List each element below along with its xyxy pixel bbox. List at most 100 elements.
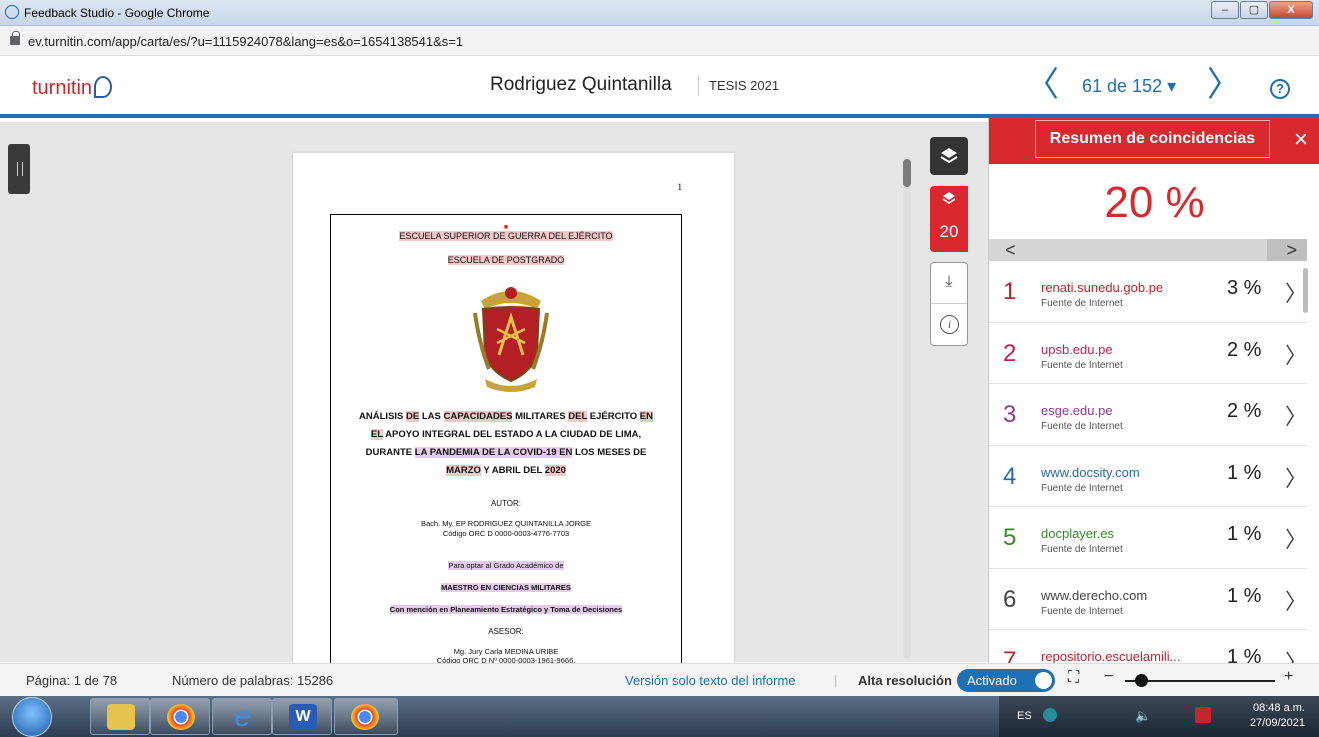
match-percent: 2 % [1227, 338, 1262, 361]
word-icon: W [289, 704, 317, 730]
text-only-report-link[interactable]: Versión solo texto del informe [625, 673, 796, 688]
match-type: Fuente de Internet [1041, 421, 1123, 432]
clock-date: 27/09/2021 [1249, 717, 1305, 729]
chrome-icon [167, 704, 195, 730]
window-title: Feedback Studio - Google Chrome [24, 6, 210, 20]
help-icon[interactable]: ? [1270, 79, 1290, 99]
tools-group: ⤓ i [930, 262, 968, 346]
turnitin-app-icon [5, 5, 19, 19]
url-text[interactable]: ev.turnitin.com/app/carta/es/?u=11159240… [28, 34, 463, 49]
match-source: renati.sunedu.gob.pe [1041, 280, 1164, 295]
match-item[interactable]: 2 upsb.edu.pe Fuente de Internet 2 % 〉 [989, 323, 1307, 384]
match-percent: 1 % [1227, 646, 1262, 663]
match-source: esge.edu.pe [1041, 403, 1113, 418]
chevron-right-icon[interactable]: 〉 [1285, 338, 1307, 370]
layers-icon [942, 192, 956, 204]
zoom-out-icon[interactable]: − [1104, 668, 1113, 686]
match-item[interactable]: 4 www.docsity.com Fuente de Internet 1 %… [989, 446, 1307, 507]
match-item[interactable]: 3 esge.edu.pe Fuente de Internet 2 % 〉 [989, 384, 1307, 446]
pdf-tray-icon[interactable] [1195, 707, 1211, 723]
chevron-right-icon[interactable]: 〉 [1285, 399, 1307, 431]
match-item[interactable]: 1 renati.sunedu.gob.pe Fuente de Interne… [989, 261, 1307, 323]
word-taskbar-button[interactable]: W [272, 698, 332, 735]
match-overview-button[interactable]: 20 [930, 186, 968, 252]
high-res-label: Alta resolución [858, 673, 952, 688]
document-title: Rodriguez Quintanilla [490, 74, 672, 95]
match-rank: 3 [1003, 401, 1017, 428]
page-number: 1 [677, 182, 683, 192]
thesis-title-line-4: MARZO Y ABRIL DEL 2020 [446, 465, 566, 476]
previous-paper-button[interactable]: 〈 [1025, 68, 1059, 102]
match-rank: 1 [1003, 278, 1017, 305]
match-item[interactable]: 6 www.derecho.com Fuente de Internet 1 %… [989, 569, 1307, 630]
next-paper-button[interactable]: 〉 [1207, 68, 1241, 102]
chevron-right-icon[interactable]: 〉 [1285, 522, 1307, 554]
match-source: docplayer.es [1041, 526, 1114, 541]
match-item[interactable]: 7 repositorio.escuelamili... 1 % 〉 [989, 630, 1307, 663]
match-type: Fuente de Internet [1041, 298, 1123, 309]
start-button[interactable] [12, 697, 52, 737]
match-rank: 2 [1003, 339, 1017, 367]
panel-scrollbar-thumb[interactable] [1303, 268, 1308, 313]
match-rank: 7 [1003, 647, 1017, 663]
postgrado-line: ESCUELA DE POSTGRADO [447, 255, 565, 265]
viewer-scrollbar-track[interactable] [903, 159, 911, 659]
turnitin-logo: turnitin [32, 76, 113, 100]
match-overview-panel: Resumen de coincidencias × 20 % < > 1 re… [988, 118, 1319, 663]
chevron-right-icon[interactable]: 〉 [1285, 461, 1307, 493]
author-orcid: Código ORC D 0000-0003-4776-7703 [442, 529, 570, 538]
windows-taskbar: e W ES 🔈 08:48 a.m. 27/09/2021 [0, 696, 1319, 737]
info-icon[interactable]: i [940, 315, 959, 334]
lock-icon [10, 31, 20, 45]
maximize-button[interactable]: ▢ [1240, 1, 1268, 19]
match-type: Fuente de Internet [1041, 605, 1123, 617]
strip-left-button[interactable]: < [1005, 239, 1016, 261]
match-percent: 3 % [1227, 277, 1262, 299]
match-rank: 4 [1003, 462, 1017, 490]
thesis-title-line-3: DURANTE LA PANDEMIA DE LA COVID-19 EN LO… [365, 447, 647, 458]
minimize-button[interactable]: – [1211, 1, 1239, 19]
match-type: Fuente de Internet [1041, 544, 1123, 555]
tray-app-icon[interactable] [1043, 708, 1057, 722]
match-percent: 1 % [1227, 461, 1262, 484]
strip-right-button[interactable]: > [1286, 239, 1297, 261]
viewer-scrollbar-thumb[interactable] [903, 159, 911, 187]
zoom-slider-handle[interactable] [1135, 674, 1148, 687]
clock[interactable]: 08:48 a.m. 27/09/2021 [1250, 701, 1305, 731]
status-bar: Página: 1 de 78 Número de palabras: 1528… [0, 663, 1319, 696]
match-percent: 2 % [1227, 400, 1262, 422]
match-source: upsb.edu.pe [1041, 341, 1113, 357]
close-window-button[interactable]: X [1269, 1, 1313, 19]
degree-line: MAESTRO EN CIENCIAS MILITARES [441, 583, 571, 592]
match-rank: 5 [1003, 524, 1017, 551]
address-bar[interactable]: ev.turnitin.com/app/carta/es/?u=11159240… [0, 26, 1319, 56]
paper-counter-dropdown[interactable]: 61 de 152 ▾ [1082, 76, 1176, 97]
match-type: Fuente de Internet [1041, 482, 1123, 494]
ie-taskbar-button[interactable]: e [212, 698, 272, 735]
military-crest-image [473, 287, 549, 392]
window-titlebar: Feedback Studio - Google Chrome – ▢ X [0, 0, 1319, 26]
download-icon[interactable]: ⤓ [931, 263, 967, 304]
fullscreen-icon[interactable]: ⛶ [1068, 669, 1079, 687]
file-explorer-taskbar-button[interactable] [90, 698, 150, 735]
similarity-score: 20 [939, 222, 959, 241]
chrome-taskbar-button[interactable] [150, 698, 210, 735]
high-res-toggle[interactable]: Activado [957, 669, 1055, 692]
layers-button[interactable] [930, 137, 968, 175]
zoom-in-icon[interactable]: + [1284, 668, 1293, 686]
document-viewer[interactable]: 1 ■ ESCUELA SUPERIOR DE GUERRA DEL EJÉRC… [0, 122, 988, 673]
chevron-right-icon[interactable]: 〉 [1285, 645, 1307, 663]
turnitin-mark-icon [94, 76, 113, 98]
match-source: www.derecho.com [1041, 587, 1148, 603]
match-percent: 1 % [1227, 584, 1262, 607]
volume-muted-icon[interactable]: 🔈 [1135, 708, 1151, 724]
side-panel-handle[interactable] [8, 144, 30, 194]
author-label: AUTOR: [490, 499, 522, 508]
match-item[interactable]: 5 docplayer.es Fuente de Internet 1 % 〉 [989, 507, 1307, 569]
toggle-label: Activado [967, 673, 1017, 688]
chevron-right-icon[interactable]: 〉 [1285, 584, 1307, 616]
language-indicator[interactable]: ES [1017, 710, 1032, 722]
close-panel-button[interactable]: × [1294, 128, 1308, 152]
status-separator: | [834, 673, 838, 688]
chrome-window-taskbar-button[interactable] [334, 698, 398, 735]
